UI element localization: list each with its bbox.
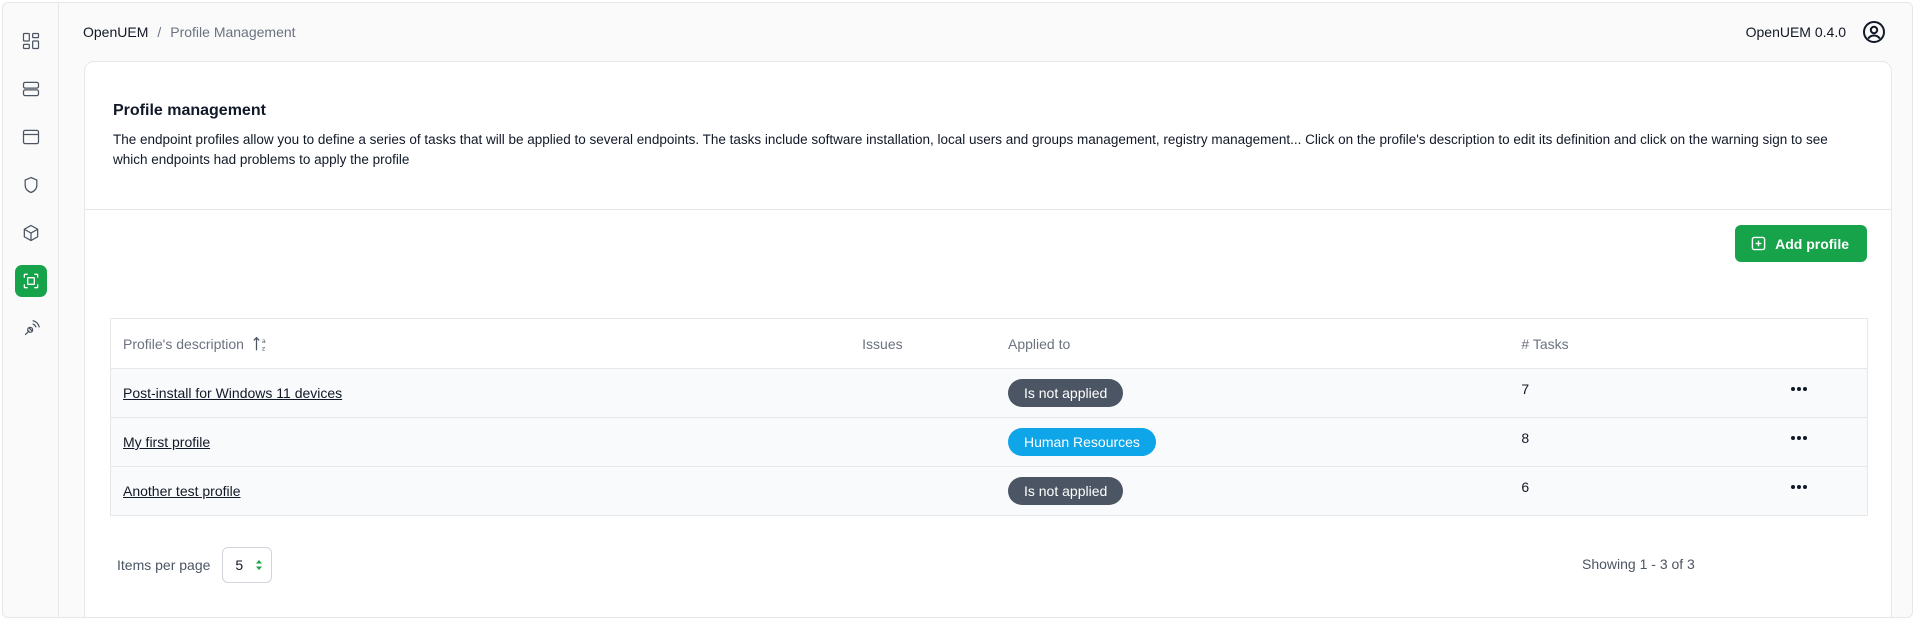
- row-actions-button[interactable]: [1789, 485, 1809, 494]
- add-profile-button[interactable]: Add profile: [1735, 225, 1867, 262]
- tasks-count: 8: [1521, 430, 1530, 446]
- sort-alpha-icon[interactable]: az: [252, 335, 270, 353]
- table-row: Post-install for Windows 11 devices Is n…: [111, 368, 1867, 417]
- tasks-count: 7: [1521, 381, 1530, 397]
- page-title: Profile management: [113, 102, 266, 119]
- applied-to-badge: Is not applied: [1007, 477, 1124, 505]
- app-version: OpenUEM 0.4.0: [1745, 24, 1846, 40]
- more-horizontal-icon: [1791, 436, 1808, 440]
- profile-description-link[interactable]: Post-install for Windows 11 devices: [123, 385, 342, 401]
- more-horizontal-icon: [1791, 485, 1808, 489]
- profile-description-link[interactable]: Another test profile: [123, 483, 241, 499]
- table-header-row: Profile's description az Issues Applied …: [111, 319, 1867, 368]
- page-description: The endpoint profiles allow you to defin…: [113, 132, 1828, 167]
- browser-window-icon: [22, 129, 39, 145]
- shield-icon: [24, 176, 37, 194]
- svg-text:a: a: [262, 338, 266, 345]
- svg-text:z: z: [262, 345, 266, 352]
- items-per-page-select[interactable]: 5: [222, 547, 273, 583]
- column-header-tasks: # Tasks: [1521, 335, 1569, 352]
- sidebar-item-profiles[interactable]: [14, 265, 47, 297]
- tasks-count: 6: [1521, 479, 1530, 495]
- breadcrumb-root-link[interactable]: OpenUEM: [83, 24, 148, 40]
- sidebar-item-security[interactable]: [15, 169, 47, 201]
- column-header-issues: Issues: [862, 335, 903, 352]
- items-per-page-value: 5: [235, 557, 244, 573]
- profiles-icon: [23, 273, 38, 289]
- applied-to-badge: Human Resources: [1007, 428, 1156, 456]
- computers-icon: [22, 81, 39, 97]
- sidebar: [3, 3, 59, 617]
- more-horizontal-icon: [1791, 387, 1808, 391]
- column-header-applied-to: Applied to: [1007, 335, 1071, 352]
- table-row: My first profile Human Resources 8: [111, 417, 1867, 466]
- profiles-table: Profile's description az Issues Applied …: [110, 318, 1868, 516]
- row-actions-button[interactable]: [1789, 436, 1809, 445]
- app-window: OpenUEM / Profile Management OpenUEM 0.4…: [2, 2, 1913, 618]
- sidebar-item-dashboard[interactable]: [15, 25, 47, 57]
- profile-management-card: Profile management The endpoint profiles…: [84, 61, 1892, 617]
- top-bar-right: OpenUEM 0.4.0: [1746, 20, 1886, 44]
- select-arrows-icon: [256, 560, 263, 570]
- pagination-bar: Items per page 5 Showing 1 - 3 of 3: [117, 547, 1817, 583]
- table-row: Another test profile Is not applied 6: [111, 466, 1867, 515]
- plus-square-icon: [1751, 236, 1766, 251]
- breadcrumb-current: Profile Management: [170, 24, 296, 40]
- dashboard-icon: [22, 32, 39, 50]
- user-circle-icon: [1863, 21, 1885, 43]
- user-menu-button[interactable]: [1862, 20, 1886, 44]
- column-header-description[interactable]: Profile's description az: [111, 335, 862, 353]
- row-actions-button[interactable]: [1789, 387, 1809, 396]
- sidebar-item-remote[interactable]: [15, 313, 47, 345]
- add-profile-label: Add profile: [1775, 235, 1849, 252]
- package-icon: [23, 224, 38, 242]
- profile-description-link[interactable]: My first profile: [123, 434, 210, 450]
- applied-to-badge: Is not applied: [1007, 379, 1124, 407]
- sidebar-item-packages[interactable]: [15, 217, 47, 249]
- breadcrumb-separator: /: [157, 24, 162, 40]
- remote-signal-icon: [24, 320, 40, 336]
- pagination-summary: Showing 1 - 3 of 3: [1582, 556, 1695, 572]
- sidebar-item-browser[interactable]: [15, 121, 47, 153]
- column-header-description-label: Profile's description: [123, 335, 244, 352]
- items-per-page-label: Items per page: [117, 557, 211, 573]
- sidebar-item-computers[interactable]: [15, 73, 47, 105]
- card-header: Profile management The endpoint profiles…: [85, 62, 1891, 210]
- top-bar: OpenUEM / Profile Management OpenUEM 0.4…: [59, 3, 1912, 61]
